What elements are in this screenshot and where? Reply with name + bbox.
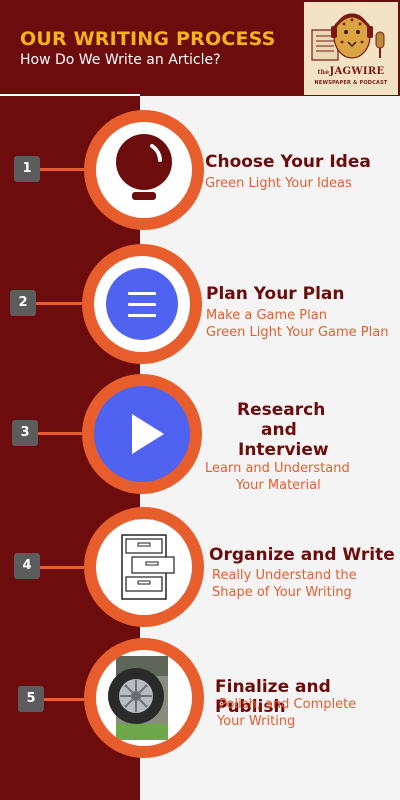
step-connector [40,566,90,569]
menu-icon [106,268,178,340]
logo-wordmark: theJAGWIRE [304,66,398,77]
page-title: OUR WRITING PROCESS [20,28,276,50]
jagwire-logo: theJAGWIRE NEWSPAPER & PODCAST [304,2,398,95]
step-description: Really Understand the [212,568,357,583]
step-icon-ring [84,638,204,758]
step-title: Interview [238,440,329,460]
step-title: Choose Your Idea [205,152,371,172]
step-connector [38,432,88,435]
step-description: Make a Game Plan [206,308,327,323]
step-description: Your Writing [217,714,296,729]
page-subtitle: How Do We Write an Article? [20,52,221,68]
step-icon-ring [84,507,204,627]
step-icon-ring [82,244,202,364]
step-description: Polish, and Complete [215,697,357,712]
step-icon-circle [96,122,192,218]
step-title: Research [237,400,326,420]
step-connector [36,302,88,305]
tire-photo [108,656,168,740]
step-description: Learn and Understand [205,461,350,476]
step-title: Organize and Write [209,545,395,565]
step-connector [40,168,90,171]
step-icon-circle [94,256,190,352]
step-icon-circle [94,386,190,482]
step-icon-circle [96,650,192,746]
step-icon-ring [84,110,204,230]
step-title: and [261,420,297,440]
logo-tagline: NEWSPAPER & PODCAST [314,80,388,86]
step-icon-ring [82,374,202,494]
step-description: Shape of Your Writing [212,585,352,600]
step-description: Green Light Your Ideas [205,176,352,191]
step-number-badge: 4 [14,553,40,579]
step-title: Plan Your Plan [206,284,345,304]
jaguar-logo-icon [311,13,385,61]
lightbulb-icon [116,134,172,200]
logo-wordmark-prefix: the [317,69,330,76]
step-icon-circle [96,519,192,615]
file-cabinet-icon [121,534,175,600]
step-description: Your Material [236,478,321,493]
step-description: Green Light Your Game Plan [206,325,389,340]
logo-wordmark-name: JAGWIRE [329,66,385,77]
step-number-badge: 5 [18,686,44,712]
step-number-badge: 3 [12,420,38,446]
step-number-badge: 2 [10,290,36,316]
play-icon [132,414,164,454]
step-number-badge: 1 [14,156,40,182]
